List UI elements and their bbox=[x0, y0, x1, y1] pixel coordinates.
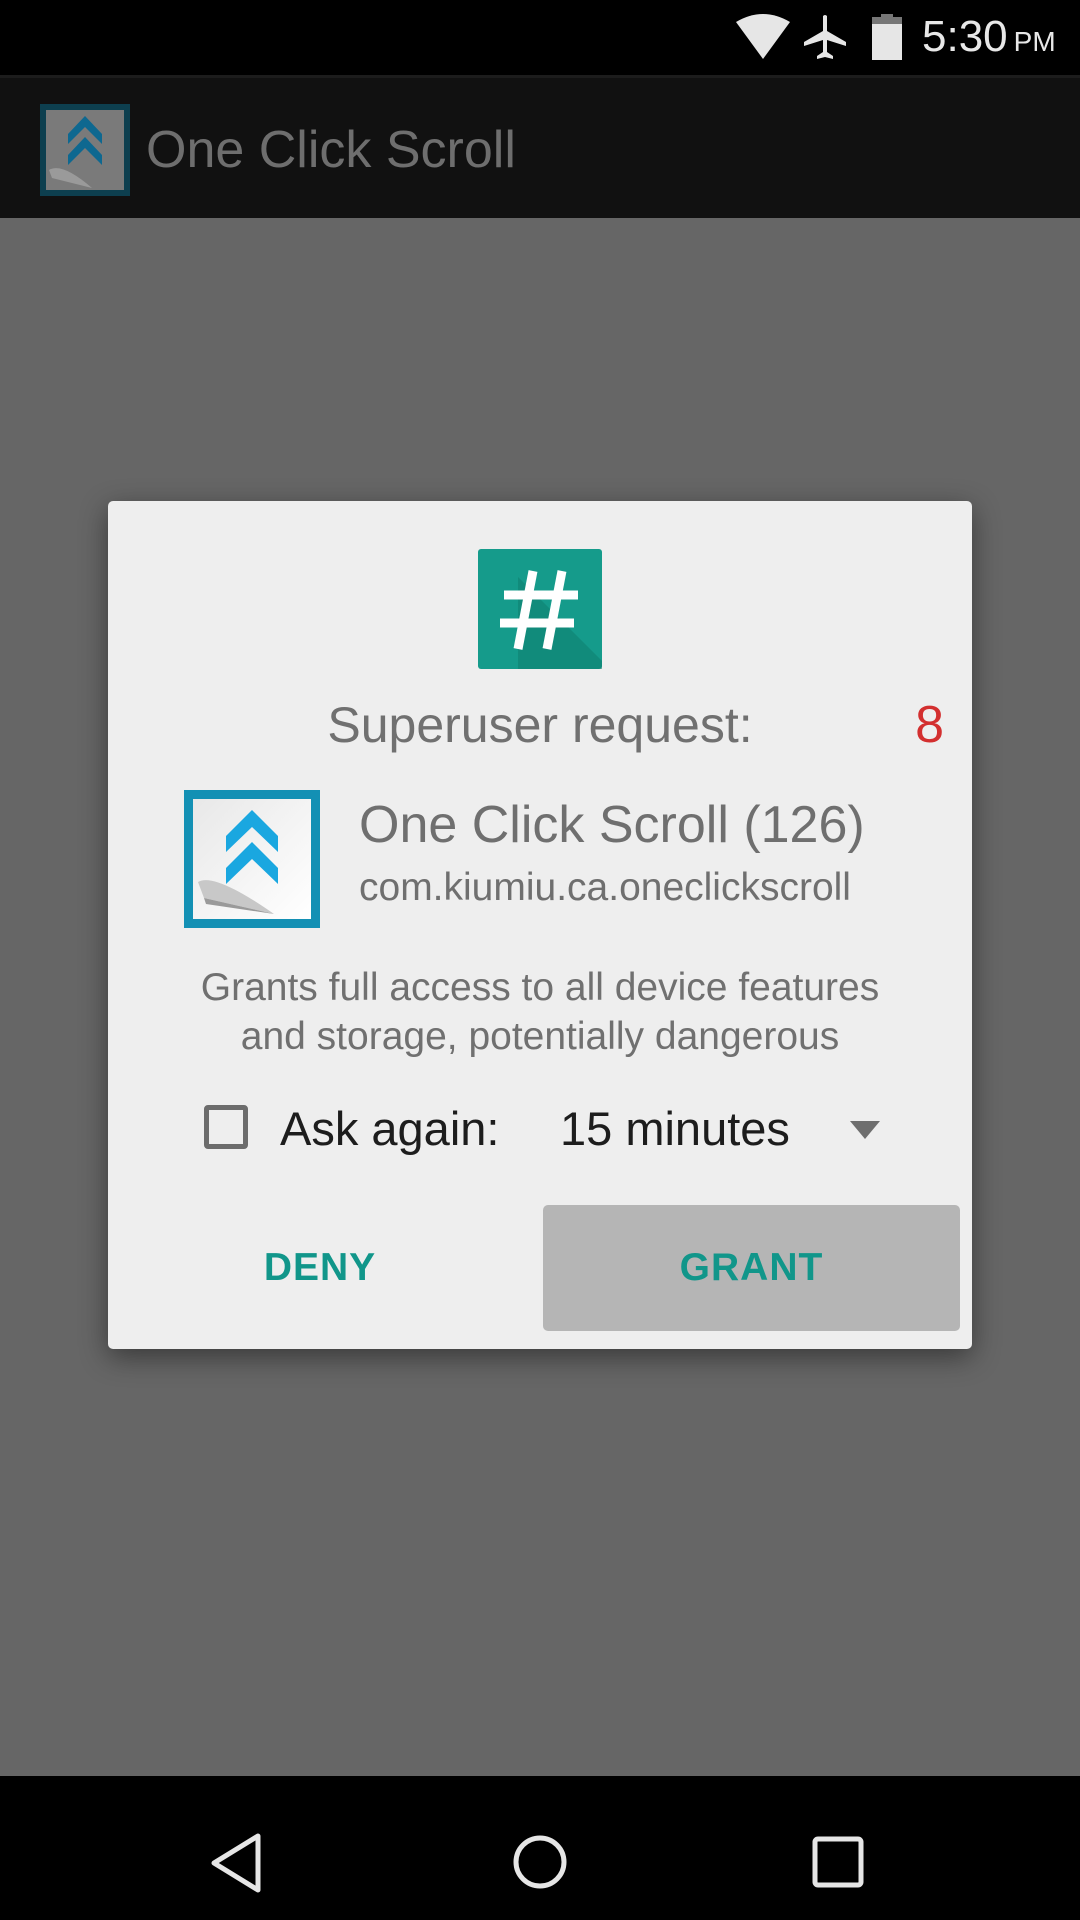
superuser-hash-icon bbox=[478, 549, 602, 669]
app-bar: One Click Scroll bbox=[0, 75, 1080, 218]
requesting-app-package: com.kiumiu.ca.oneclickscroll bbox=[359, 866, 851, 909]
superuser-request-dialog: Superuser request: 8 One Click Scroll (1… bbox=[108, 501, 972, 1349]
countdown-timer: 8 bbox=[915, 696, 944, 754]
dropdown-arrow-icon[interactable] bbox=[850, 1121, 880, 1139]
app-title: One Click Scroll bbox=[146, 121, 516, 179]
requesting-app-icon bbox=[184, 790, 320, 928]
ask-again-duration-value[interactable]: 15 minutes bbox=[560, 1099, 790, 1159]
dialog-title: Superuser request: bbox=[327, 697, 753, 753]
deny-button[interactable]: DENY bbox=[120, 1205, 520, 1331]
back-icon[interactable] bbox=[208, 1832, 268, 1894]
home-icon[interactable] bbox=[510, 1832, 570, 1892]
battery-icon bbox=[872, 14, 902, 60]
wifi-icon bbox=[736, 14, 790, 59]
ask-again-row: Ask again: 15 minutes bbox=[204, 1101, 904, 1161]
requesting-app-name: One Click Scroll (126) bbox=[359, 796, 865, 854]
status-bar: 5:30 PM bbox=[0, 0, 1080, 75]
ask-again-checkbox[interactable] bbox=[204, 1105, 248, 1149]
ask-again-label[interactable]: Ask again: bbox=[280, 1099, 499, 1159]
grant-button[interactable]: GRANT bbox=[543, 1205, 960, 1331]
recents-icon[interactable] bbox=[810, 1834, 866, 1890]
clock: 5:30 PM bbox=[922, 10, 1056, 69]
permission-description: Grants full access to all device feature… bbox=[108, 963, 972, 1061]
clock-ampm: PM bbox=[1013, 26, 1056, 57]
one-click-scroll-app-icon bbox=[40, 104, 130, 196]
permission-description-line: Grants full access to all device feature… bbox=[200, 966, 880, 1009]
airplane-mode-icon bbox=[804, 15, 846, 59]
navigation-bar bbox=[0, 1776, 1080, 1920]
clock-time: 5:30 bbox=[922, 12, 1008, 61]
permission-description-line: and storage, potentially dangerous bbox=[240, 1015, 840, 1058]
